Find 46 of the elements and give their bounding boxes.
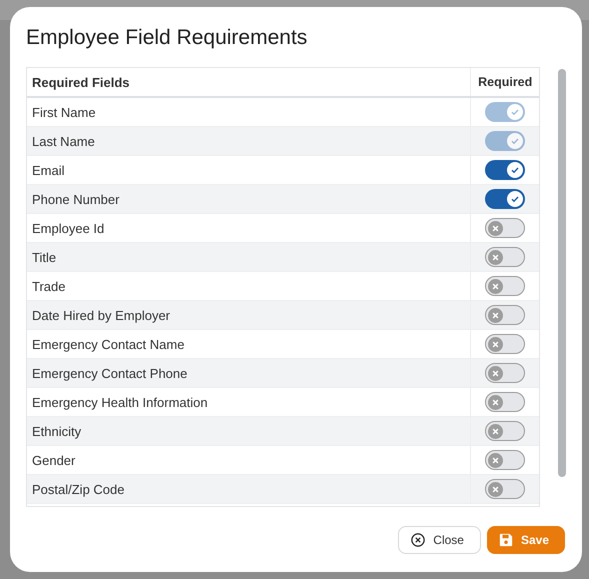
toggle-switch[interactable] bbox=[485, 392, 526, 412]
check-icon bbox=[507, 133, 524, 149]
field-name: Date Hired by Employer bbox=[31, 306, 171, 325]
x-icon bbox=[488, 394, 504, 410]
field-name: First Name bbox=[31, 104, 97, 122]
toggle-switch[interactable] bbox=[485, 334, 526, 354]
x-icon bbox=[488, 366, 504, 380]
toggle-switch[interactable] bbox=[485, 276, 526, 296]
x-icon bbox=[488, 278, 504, 294]
toggle-switch[interactable] bbox=[485, 305, 526, 325]
field-name: Last Name bbox=[31, 132, 96, 150]
field-name: Ethnicity bbox=[31, 422, 82, 441]
scrollbar[interactable] bbox=[558, 69, 566, 477]
toggle-switch[interactable] bbox=[485, 247, 526, 267]
field-name: Postal/Zip Code bbox=[31, 480, 126, 499]
toggle-switch[interactable] bbox=[485, 450, 526, 470]
toggle-switch[interactable] bbox=[485, 479, 526, 499]
x-icon bbox=[488, 424, 504, 438]
toggle-switch[interactable] bbox=[485, 363, 526, 383]
toggle-switch[interactable] bbox=[485, 189, 526, 209]
field-name: Emergency Contact Phone bbox=[31, 364, 188, 383]
toggle-switch[interactable] bbox=[485, 160, 526, 180]
x-icon bbox=[488, 336, 504, 352]
field-name: Gender bbox=[31, 452, 76, 470]
field-name: Trade bbox=[31, 278, 66, 296]
toggle-switch[interactable] bbox=[485, 218, 526, 238]
x-icon bbox=[488, 452, 504, 468]
check-icon bbox=[507, 191, 524, 207]
field-name: Email bbox=[31, 162, 66, 180]
field-name: Emergency Contact Name bbox=[31, 336, 186, 354]
close-button[interactable]: Close bbox=[398, 526, 481, 554]
x-icon bbox=[488, 308, 504, 322]
x-icon bbox=[488, 250, 504, 264]
x-icon bbox=[488, 220, 504, 236]
check-icon bbox=[507, 162, 524, 178]
x-icon bbox=[488, 482, 504, 496]
dialog-title: Employee Field Requirements bbox=[26, 25, 308, 51]
toggle-switch[interactable] bbox=[485, 421, 526, 441]
check-icon bbox=[507, 104, 524, 120]
field-name: Emergency Health Information bbox=[31, 394, 209, 412]
close-icon bbox=[411, 533, 426, 547]
field-name: Title bbox=[31, 248, 58, 266]
column-header: Required Fields bbox=[31, 74, 131, 92]
field-name: Phone Number bbox=[31, 190, 120, 208]
field-name: Employee Id bbox=[31, 220, 106, 238]
column-header: Required bbox=[470, 68, 540, 96]
